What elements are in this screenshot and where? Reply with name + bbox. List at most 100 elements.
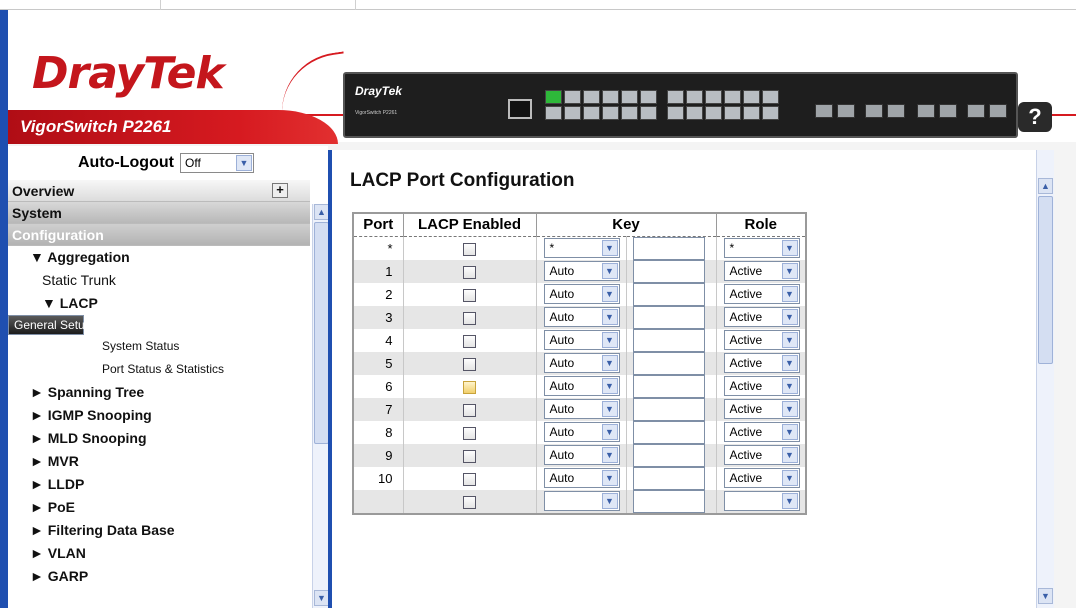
chevron-down-icon[interactable]: ▼ bbox=[781, 332, 798, 348]
key-value-input[interactable] bbox=[632, 466, 705, 490]
key-select[interactable]: Auto ▼ bbox=[543, 468, 620, 488]
nav-system[interactable]: System bbox=[8, 202, 310, 224]
key-select[interactable]: Auto ▼ bbox=[543, 284, 620, 304]
chevron-down-icon[interactable]: ▼ bbox=[601, 263, 618, 279]
key-value-input[interactable] bbox=[632, 305, 705, 329]
role-select[interactable]: ▼ bbox=[723, 491, 800, 511]
key-select[interactable]: Auto ▼ bbox=[543, 261, 620, 281]
role-select[interactable]: Active ▼ bbox=[723, 261, 800, 281]
key-select[interactable]: ▼ bbox=[543, 491, 620, 511]
key-value-input[interactable] bbox=[632, 328, 705, 352]
sidebar-item[interactable]: General Setup bbox=[8, 315, 91, 335]
sidebar-item[interactable]: ► VLAN bbox=[8, 542, 310, 565]
lacp-enabled-checkbox[interactable] bbox=[463, 334, 476, 348]
key-select[interactable]: Auto ▼ bbox=[543, 399, 620, 419]
chevron-down-icon[interactable]: ▼ bbox=[601, 470, 618, 486]
key-value-input[interactable] bbox=[632, 443, 705, 467]
chevron-down-icon[interactable]: ▼ bbox=[781, 240, 798, 256]
lacp-enabled-checkbox[interactable] bbox=[463, 472, 476, 486]
key-value-input[interactable] bbox=[632, 351, 705, 375]
sidebar-item[interactable]: Port Status & Statistics bbox=[8, 358, 310, 381]
chevron-down-icon[interactable]: ▼ bbox=[781, 263, 798, 279]
key-value-input[interactable] bbox=[632, 236, 705, 260]
chevron-down-icon[interactable]: ▼ bbox=[781, 447, 798, 463]
chevron-down-icon[interactable]: ▼ bbox=[601, 286, 618, 302]
lacp-enabled-checkbox[interactable] bbox=[463, 403, 476, 417]
key-select[interactable]: * ▼ bbox=[543, 238, 620, 258]
lacp-enabled-checkbox[interactable] bbox=[463, 380, 476, 394]
key-select[interactable]: Auto ▼ bbox=[543, 330, 620, 350]
chevron-down-icon[interactable]: ▼ bbox=[601, 355, 618, 371]
role-select[interactable]: Active ▼ bbox=[723, 399, 800, 419]
sidebar-scrollbar[interactable]: ▲ ▼ bbox=[312, 204, 329, 608]
nav-overview[interactable]: Overview + bbox=[8, 180, 310, 202]
role-select[interactable]: Active ▼ bbox=[723, 422, 800, 442]
chevron-down-icon[interactable]: ▼ bbox=[601, 493, 618, 509]
nav-configuration[interactable]: Configuration bbox=[8, 224, 310, 246]
chevron-down-icon[interactable]: ▼ bbox=[601, 424, 618, 440]
sidebar-item[interactable]: ► Filtering Data Base bbox=[8, 519, 310, 542]
sidebar-item[interactable]: ▼ LACP bbox=[8, 292, 310, 315]
sidebar-item[interactable]: System Status bbox=[8, 335, 310, 358]
key-value-input[interactable] bbox=[632, 374, 705, 398]
role-select[interactable]: Active ▼ bbox=[723, 376, 800, 396]
key-value-input[interactable] bbox=[632, 259, 705, 283]
chevron-down-icon[interactable]: ▼ bbox=[781, 286, 798, 302]
sidebar-item[interactable]: ▼ Aggregation bbox=[8, 246, 310, 269]
chevron-down-icon[interactable]: ▼ bbox=[601, 309, 618, 325]
key-value-input[interactable] bbox=[632, 489, 705, 513]
lacp-enabled-checkbox[interactable] bbox=[463, 311, 476, 325]
sidebar-item[interactable]: ► PoE bbox=[8, 496, 310, 519]
lacp-enabled-checkbox[interactable] bbox=[463, 242, 476, 256]
scroll-up-icon[interactable]: ▲ bbox=[1038, 178, 1053, 194]
key-select[interactable]: Auto ▼ bbox=[543, 422, 620, 442]
key-select[interactable]: Auto ▼ bbox=[543, 445, 620, 465]
role-select[interactable]: Active ▼ bbox=[723, 330, 800, 350]
auto-logout-select[interactable]: Off ▼ bbox=[180, 153, 254, 173]
chevron-down-icon[interactable]: ▼ bbox=[781, 309, 798, 325]
scroll-down-icon[interactable]: ▼ bbox=[1038, 588, 1053, 604]
chevron-down-icon[interactable]: ▼ bbox=[601, 332, 618, 348]
chevron-down-icon[interactable]: ▼ bbox=[601, 378, 618, 394]
key-select[interactable]: Auto ▼ bbox=[543, 353, 620, 373]
chevron-down-icon[interactable]: ▼ bbox=[781, 470, 798, 486]
sidebar-item[interactable]: Static Trunk bbox=[8, 269, 310, 292]
sidebar-item[interactable]: ► MLD Snooping bbox=[8, 427, 310, 450]
sidebar-item[interactable]: ► Spanning Tree bbox=[8, 381, 310, 404]
lacp-enabled-checkbox[interactable] bbox=[463, 288, 476, 302]
lacp-enabled-checkbox[interactable] bbox=[463, 495, 476, 509]
role-select[interactable]: Active ▼ bbox=[723, 353, 800, 373]
chevron-down-icon[interactable]: ▼ bbox=[601, 401, 618, 417]
sidebar-scroll-thumb[interactable] bbox=[314, 222, 329, 444]
chevron-down-icon[interactable]: ▼ bbox=[601, 240, 618, 256]
sidebar-item[interactable]: ► MVR bbox=[8, 450, 310, 473]
lacp-enabled-checkbox[interactable] bbox=[463, 265, 476, 279]
help-button[interactable]: ? bbox=[1018, 102, 1052, 132]
key-value-input[interactable] bbox=[632, 397, 705, 421]
key-select[interactable]: Auto ▼ bbox=[543, 307, 620, 327]
chevron-down-icon[interactable]: ▼ bbox=[781, 401, 798, 417]
chevron-down-icon[interactable]: ▼ bbox=[781, 424, 798, 440]
main-scroll-thumb[interactable] bbox=[1038, 196, 1053, 364]
chevron-down-icon[interactable]: ▼ bbox=[781, 493, 798, 509]
sidebar-item[interactable]: ► LLDP bbox=[8, 473, 310, 496]
key-select[interactable]: Auto ▼ bbox=[543, 376, 620, 396]
role-select[interactable]: Active ▼ bbox=[723, 445, 800, 465]
browser-tab[interactable] bbox=[160, 0, 356, 10]
role-select[interactable]: Active ▼ bbox=[723, 284, 800, 304]
sidebar-item[interactable]: ► IGMP Snooping bbox=[8, 404, 310, 427]
expand-plus-icon[interactable]: + bbox=[272, 183, 288, 198]
scroll-down-icon[interactable]: ▼ bbox=[314, 590, 329, 606]
sidebar-item[interactable]: ► GARP bbox=[8, 565, 310, 588]
chevron-down-icon[interactable]: ▼ bbox=[236, 155, 252, 171]
chevron-down-icon[interactable]: ▼ bbox=[781, 355, 798, 371]
role-select[interactable]: Active ▼ bbox=[723, 307, 800, 327]
lacp-enabled-checkbox[interactable] bbox=[463, 426, 476, 440]
chevron-down-icon[interactable]: ▼ bbox=[781, 378, 798, 394]
scroll-up-icon[interactable]: ▲ bbox=[314, 204, 329, 220]
key-value-input[interactable] bbox=[632, 282, 705, 306]
lacp-enabled-checkbox[interactable] bbox=[463, 449, 476, 463]
lacp-enabled-checkbox[interactable] bbox=[463, 357, 476, 371]
role-select[interactable]: * ▼ bbox=[723, 238, 800, 258]
key-value-input[interactable] bbox=[632, 420, 705, 444]
